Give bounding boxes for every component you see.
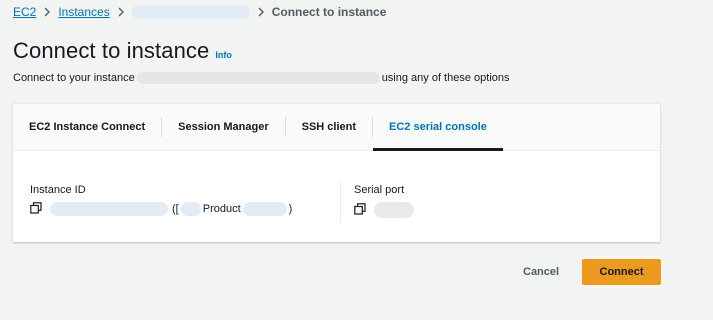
connection-tabs: EC2 Instance Connect Session Manager SSH… — [13, 104, 660, 151]
instance-close-bracket: ) — [288, 203, 293, 215]
serial-port-label: Serial port — [354, 184, 405, 196]
instance-id-field: Instance ID ([ Product ) — [30, 184, 292, 216]
redacted-instance-id — [136, 72, 380, 84]
breadcrumb-current: Connect to instance — [271, 5, 387, 19]
page-header: Connect to instance Info — [13, 38, 232, 64]
serial-port-field: Serial port — [354, 184, 414, 218]
instance-open-bracket: ([ — [172, 203, 179, 215]
chevron-right-icon — [254, 4, 268, 20]
breadcrumb: EC2 Instances Connect to instance — [13, 4, 386, 20]
breadcrumb-instances-link[interactable]: Instances — [58, 5, 109, 19]
instance-id-label: Instance ID — [30, 184, 86, 196]
subtitle-suffix: using any of these options — [381, 72, 510, 84]
info-link[interactable]: Info — [215, 50, 232, 60]
tab-ec2-serial-console[interactable]: EC2 serial console — [373, 104, 503, 151]
instance-name-product: Product — [202, 203, 241, 215]
redacted-name-part — [242, 202, 287, 216]
tab-ssh-client[interactable]: SSH client — [286, 104, 372, 150]
tab-ec2-instance-connect[interactable]: EC2 Instance Connect — [13, 104, 161, 150]
redacted-serial-port — [374, 202, 414, 218]
chevron-right-icon — [40, 4, 54, 20]
breadcrumb-ec2-link[interactable]: EC2 — [13, 5, 36, 19]
column-divider — [340, 182, 341, 222]
subtitle-prefix: Connect to your instance — [13, 72, 135, 84]
page-subtitle: Connect to your instance using any of th… — [13, 72, 510, 84]
cancel-button[interactable]: Cancel — [516, 259, 566, 285]
connect-button[interactable]: Connect — [582, 259, 661, 285]
redacted-name-part — [180, 202, 201, 216]
chevron-right-icon — [114, 4, 128, 20]
copy-icon[interactable] — [354, 203, 368, 217]
copy-icon[interactable] — [30, 202, 44, 216]
redacted-instance-link[interactable] — [131, 5, 250, 19]
redacted-instance-id — [50, 202, 168, 216]
page-title: Connect to instance — [13, 38, 210, 63]
tab-session-manager[interactable]: Session Manager — [162, 104, 284, 150]
instance-id-value: ([ Product ) — [30, 202, 292, 216]
serial-port-value — [354, 202, 414, 218]
connect-panel: EC2 Instance Connect Session Manager SSH… — [13, 103, 660, 242]
